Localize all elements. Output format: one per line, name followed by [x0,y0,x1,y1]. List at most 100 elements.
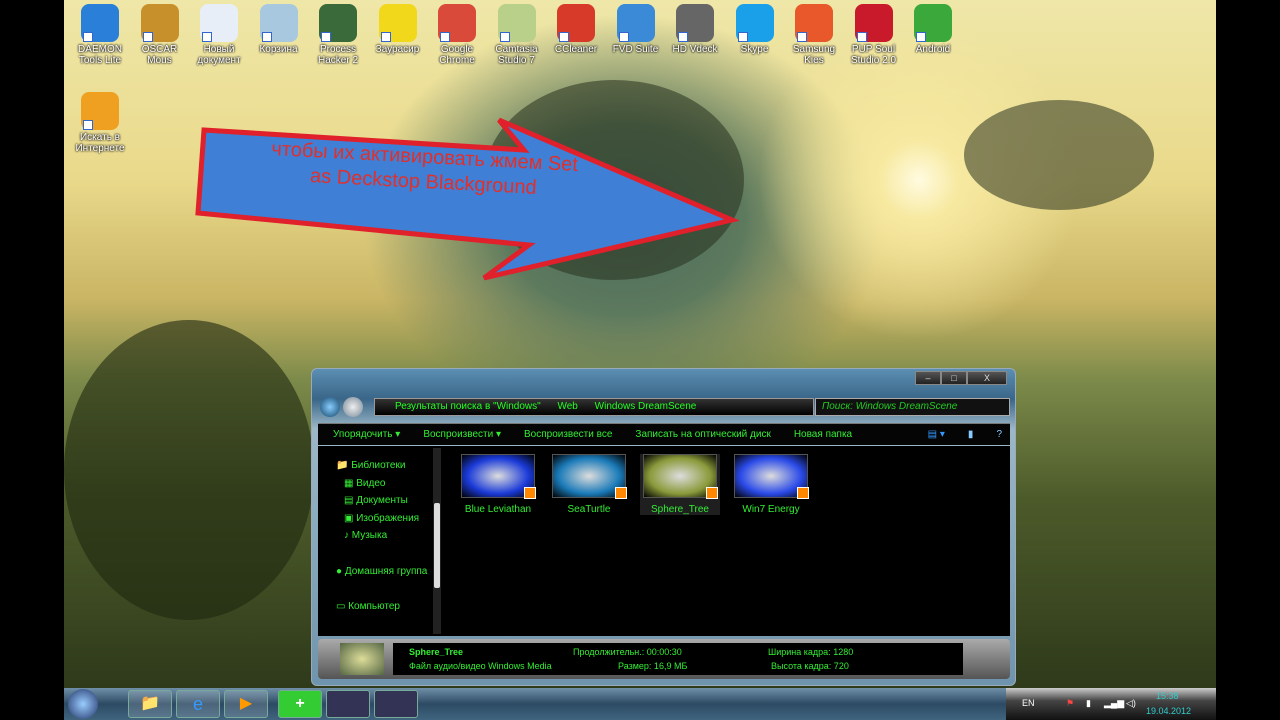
app-icon [200,4,238,42]
app-icon [795,4,833,42]
desktop-icon-label: Искать в Интернете [75,132,125,154]
nav-documents[interactable]: ▤ Документы [344,495,408,506]
desktop-icon[interactable]: Samsung Kies [784,0,844,66]
desktop-icon-label: Новый документ [197,44,241,66]
burn-button[interactable]: Записать на оптический диск [635,429,770,440]
shortcut-arrow-icon [797,32,807,42]
shortcut-arrow-icon [559,32,569,42]
navigation-pane: 📁 Библиотеки ▦ Видео ▤ Документы ▣ Изобр… [318,446,433,636]
desktop-icon[interactable]: Корзина [249,0,309,55]
help-icon[interactable]: ? [996,429,1002,440]
desktop-icon[interactable]: Camtasia Studio 7 [487,0,547,66]
file-item[interactable]: SeaTurtle [549,454,629,515]
desktop-icon-label: OSCAR Mous [141,44,178,66]
desktop-icon-label: Корзина [259,44,298,55]
shortcut-arrow-icon [321,32,331,42]
file-item[interactable]: Win7 Energy [731,454,811,515]
close-button[interactable]: X [967,371,1007,385]
app-icon [616,4,655,42]
taskbar-window[interactable] [374,690,418,718]
desktop-icon[interactable]: PUP Soul Studio 2.0 [844,0,904,66]
desktop-icon[interactable]: DAEMON Tools Lite [70,0,130,66]
play-button[interactable]: Воспроизвести ▾ [423,429,501,440]
back-button[interactable] [320,397,340,417]
views-icon[interactable]: ▤ ▾ [928,429,945,440]
power-icon[interactable]: ▮ [1086,698,1091,709]
desktop-icon-label: PUP Soul Studio 2.0 [850,44,897,66]
detail-height: Высота кадра: 720 [771,661,849,671]
app-icon [81,4,119,42]
taskbar-media-player[interactable]: ▶ [224,690,268,718]
taskbar-ie[interactable]: e [176,690,220,718]
desktop-icon[interactable]: Новый документ [189,0,249,66]
desktop-icon[interactable]: FVD Suite [606,0,666,55]
app-icon [557,4,595,42]
desktop-icon-label: Process Hacker 2 [317,44,358,66]
start-button[interactable] [68,689,98,719]
desktop-icon-label: FVD Suite [612,44,659,55]
app-icon [854,4,893,42]
action-center-icon[interactable]: ⚑ [1066,698,1074,709]
search-input[interactable]: Поиск: Windows DreamScene [815,398,1010,416]
video-badge-icon [797,487,809,499]
shortcut-arrow-icon [678,32,688,42]
desktop-icon-label: Google Chrome [439,44,475,66]
desktop-icon[interactable]: Искать в Интернете [70,88,130,154]
video-badge-icon [524,487,536,499]
desktop-icon-label: Skype [740,44,769,55]
clock-date[interactable]: 19.04.2012 [1146,706,1191,716]
breadcrumb-item[interactable]: Результаты поиска в "Windows" [395,401,541,412]
nav-homegroup[interactable]: ● Домашняя группа [336,566,427,577]
shortcut-arrow-icon [856,32,867,42]
shortcut-arrow-icon [202,32,212,42]
file-thumbnail [340,643,384,675]
desktop-icon-label: Samsung Kies [792,44,836,66]
details-pane: Sphere_Tree Файл аудио/видео Windows Med… [318,639,1010,679]
breadcrumb-item[interactable]: Windows DreamScene [595,401,697,412]
desktop-icon[interactable]: Process Hacker 2 [308,0,368,66]
app-icon [140,4,179,42]
detail-name: Sphere_Tree [409,647,464,657]
shortcut-arrow-icon [83,120,93,130]
forward-button[interactable] [343,397,363,417]
desktop-icon[interactable]: Google Chrome [427,0,487,66]
volume-icon[interactable]: ◁) [1126,698,1136,709]
maximize-button[interactable]: □ [941,371,967,385]
clock-time[interactable]: 15:38 [1156,691,1179,701]
desktop-icon-label: Заурасир [375,44,420,55]
nav-pictures[interactable]: ▣ Изображения [344,513,419,524]
taskbar-explorer[interactable]: 📁 [128,690,172,718]
play-all-button[interactable]: Воспроизвести все [524,429,612,440]
language-indicator[interactable]: EN [1022,698,1035,708]
breadcrumb-item[interactable]: Web [557,401,577,412]
shortcut-arrow-icon [142,32,153,42]
shortcut-arrow-icon [618,32,629,42]
video-thumbnail [734,454,809,499]
taskbar-plus-app[interactable]: + [278,690,322,718]
shortcut-arrow-icon [261,32,272,42]
desktop-icon-label: CCleaner [554,44,598,55]
app-icon [319,4,357,42]
nav-music[interactable]: ♪ Музыка [344,530,387,541]
desktop-icon[interactable]: OSCAR Mous [130,0,190,66]
network-icon[interactable]: ▂▄▆ [1104,698,1124,709]
desktop-icon[interactable]: Заурасир [368,0,428,55]
minimize-button[interactable]: – [915,371,941,385]
desktop-icon-label: Android [915,44,951,55]
nav-computer[interactable]: ▭ Компьютер [336,601,400,612]
desktop-icon[interactable]: HD Vdeck [665,0,725,55]
file-item[interactable]: Sphere_Tree [640,454,720,515]
address-bar[interactable]: Результаты поиска в "Windows" Web Window… [374,398,814,416]
preview-pane-icon[interactable]: ▮ [968,429,974,440]
desktop-icon[interactable]: Android [903,0,963,55]
nav-libraries[interactable]: 📁 Библиотеки [336,460,405,471]
new-folder-button[interactable]: Новая папка [794,429,852,440]
file-item[interactable]: Blue Leviathan [458,454,538,515]
organize-button[interactable]: Упорядочить ▾ [333,429,400,440]
nav-video[interactable]: ▦ Видео [344,478,385,489]
wallpaper-tree [964,100,1154,210]
taskbar-camtasia[interactable] [326,690,370,718]
desktop-icon[interactable]: Skype [725,0,785,55]
desktop-icon[interactable]: CCleaner [546,0,606,55]
nav-scrollbar[interactable] [433,448,441,634]
